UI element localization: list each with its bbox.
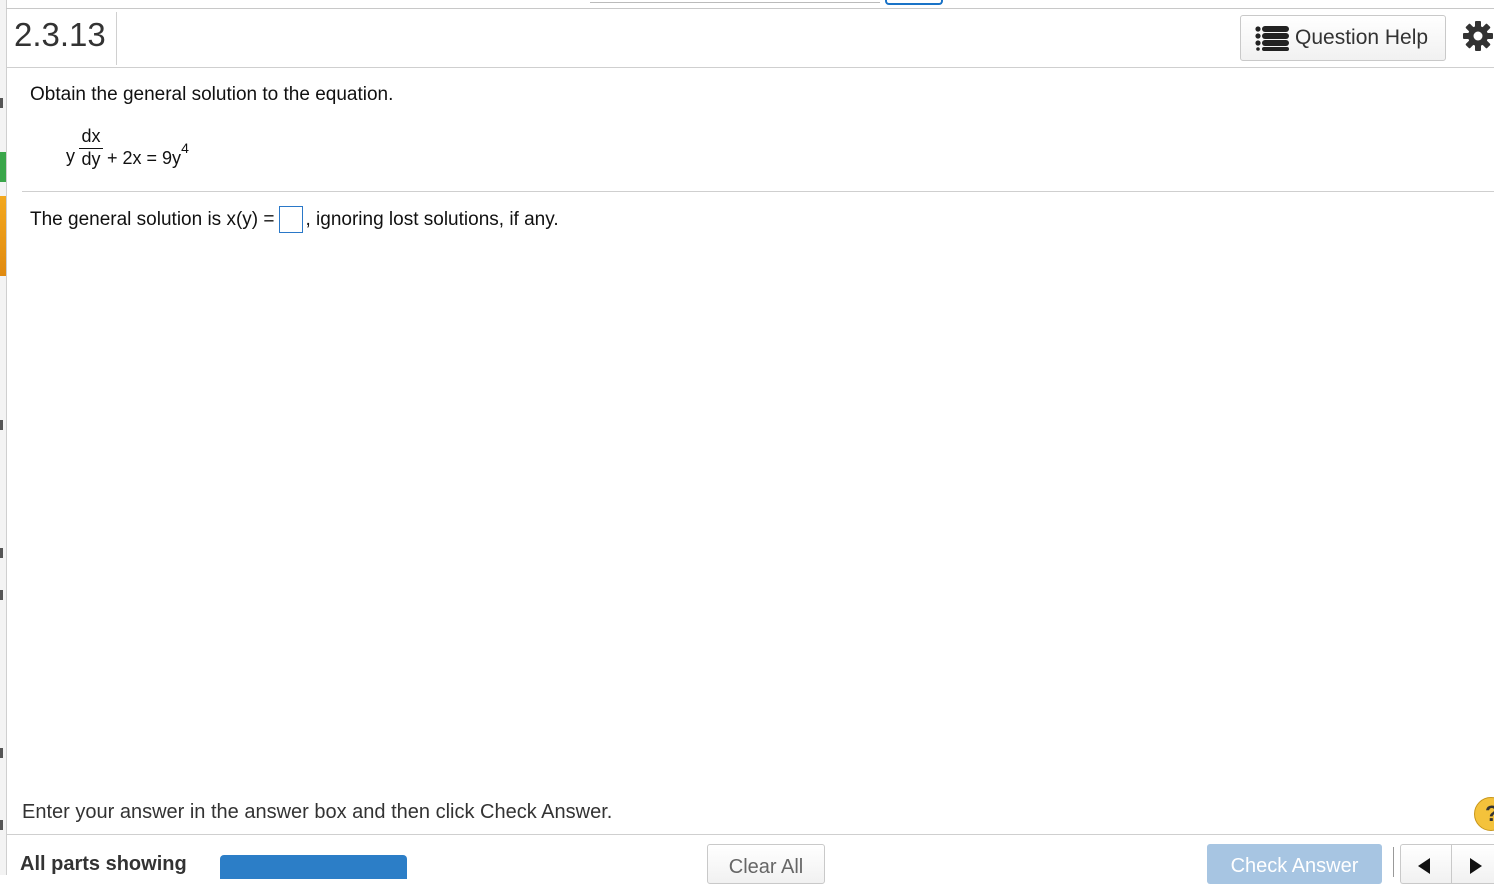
left-panel-green-marker xyxy=(0,152,6,182)
answer-input[interactable] xyxy=(279,206,304,233)
top-tab[interactable] xyxy=(590,0,880,3)
button-separator xyxy=(1393,847,1394,877)
answer-prefix: The general solution is x(y) = xyxy=(30,208,275,230)
footer-rule xyxy=(6,834,1494,835)
question-divider xyxy=(22,191,1494,192)
question-help-label: Question Help xyxy=(1295,26,1429,49)
fraction-numerator: dx xyxy=(81,126,101,146)
check-answer-button[interactable]: Check Answer xyxy=(1207,844,1382,884)
navigation-divider xyxy=(1451,844,1452,884)
top-border xyxy=(6,8,1494,9)
answer-line: The general solution is x(y) = , ignorin… xyxy=(30,206,559,233)
triangle-left-icon[interactable] xyxy=(1418,858,1430,874)
equation-exponent: 4 xyxy=(181,140,189,156)
left-panel-edge xyxy=(0,0,7,875)
header-divider xyxy=(116,12,117,65)
equation-rest: + 2x = 9y4 xyxy=(107,140,189,169)
answer-suffix: , ignoring lost solutions, if any. xyxy=(305,208,559,230)
left-panel-mark xyxy=(0,420,3,430)
top-tab-active[interactable] xyxy=(885,0,943,5)
header-rule xyxy=(6,67,1494,68)
left-panel-mark xyxy=(0,820,3,830)
equation-rhs: + 2x = 9y xyxy=(107,148,182,168)
fraction-denominator: dy xyxy=(81,149,101,169)
left-panel-mark xyxy=(0,748,3,758)
parts-progress-bar xyxy=(220,855,407,879)
left-panel-mark xyxy=(0,98,3,108)
left-panel-orange-marker xyxy=(0,196,6,276)
question-prompt: Obtain the general solution to the equat… xyxy=(30,84,394,105)
triangle-right-icon[interactable] xyxy=(1470,858,1482,874)
equation-fraction: dx dy xyxy=(79,126,103,170)
question-help-button[interactable]: Question Help xyxy=(1240,15,1446,61)
instruction-text: Enter your answer in the answer box and … xyxy=(22,801,613,823)
list-icon xyxy=(1255,26,1289,51)
parts-label: All parts showing xyxy=(20,853,187,875)
help-question-mark-icon[interactable]: ? xyxy=(1474,797,1494,831)
question-number: 2.3.13 xyxy=(14,16,106,53)
gear-icon[interactable] xyxy=(1462,20,1494,52)
clear-all-button[interactable]: Clear All xyxy=(707,844,825,884)
left-panel-mark xyxy=(0,548,3,558)
left-panel-mark xyxy=(0,590,3,600)
equation-lhs-var: y xyxy=(66,146,75,166)
